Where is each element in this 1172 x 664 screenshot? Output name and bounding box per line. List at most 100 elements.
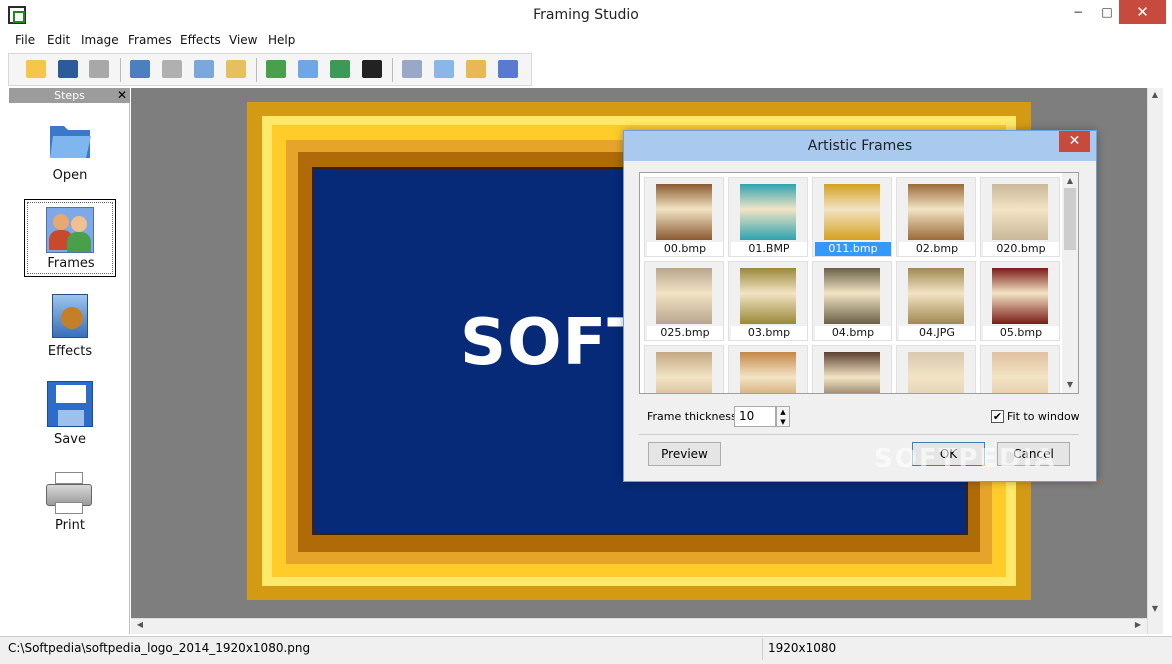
frame-tile[interactable]: 04.JPG	[896, 261, 976, 341]
menu-effects[interactable]: Effects	[180, 33, 221, 47]
frame-thickness-spinner[interactable]: ▲ ▼	[776, 406, 790, 427]
scroll-right-icon[interactable]: ▶	[1132, 620, 1144, 632]
frame-tile[interactable]	[812, 345, 892, 393]
frame-tile-label: 01.BMP	[731, 242, 807, 256]
status-file-path: C:\Softpedia\softpedia_logo_2014_1920x10…	[8, 641, 311, 655]
step-frames[interactable]: Frames	[24, 199, 116, 277]
open-folder-icon	[50, 126, 91, 158]
grid-scroll-up-icon[interactable]: ▲	[1064, 176, 1076, 185]
toolbar-separator	[256, 58, 257, 82]
frame-tile[interactable]: 03.bmp	[728, 261, 808, 341]
menu-image[interactable]: Image	[81, 33, 119, 47]
image-icon[interactable]	[330, 60, 350, 78]
minimize-button[interactable]: −	[1064, 0, 1092, 24]
frame-tile[interactable]	[644, 345, 724, 393]
scroll-left-icon[interactable]: ◀	[134, 620, 146, 632]
frame-tile-label: 00.bmp	[647, 242, 723, 256]
menu-frames[interactable]: Frames	[128, 33, 172, 47]
frame-thumbnail	[908, 184, 964, 240]
steps-close-icon[interactable]: ✕	[115, 88, 129, 103]
frame-tile-label: 011.bmp	[815, 242, 891, 256]
frame-thumbnail	[656, 352, 712, 393]
frame-tile-label: 05.bmp	[983, 326, 1059, 340]
frame-thumbnail	[656, 184, 712, 240]
scroll-down-icon[interactable]: ▼	[1149, 604, 1161, 616]
frame-tile[interactable]: 02.bmp	[896, 177, 976, 257]
frame-thickness-input[interactable]: 10	[734, 406, 776, 427]
frame-tile[interactable]: 04.bmp	[812, 261, 892, 341]
vertical-scrollbar[interactable]	[1147, 88, 1163, 634]
steps-header: Steps	[9, 88, 130, 103]
step-label-save: Save	[54, 432, 86, 447]
frames-icon[interactable]	[266, 60, 286, 78]
frame-thumbnail	[992, 184, 1048, 240]
horizontal-scrollbar[interactable]	[131, 618, 1147, 634]
text-icon[interactable]	[466, 60, 486, 78]
step-label-open: Open	[52, 168, 88, 183]
frame-thumbnail	[824, 184, 880, 240]
step-effects[interactable]: Effects	[24, 290, 116, 362]
frame-thumbnail	[824, 352, 880, 393]
page-icon[interactable]	[498, 60, 518, 78]
step-print[interactable]: Print	[24, 466, 116, 538]
frame-tile[interactable]: 025.bmp	[644, 261, 724, 341]
menu-help[interactable]: Help	[268, 33, 295, 47]
frame-thumbnail	[908, 352, 964, 393]
step-label-effects: Effects	[47, 344, 93, 359]
menu-file[interactable]: File	[15, 33, 35, 47]
frame-thickness-label: Frame thickness	[647, 410, 737, 423]
undo-icon[interactable]	[130, 60, 150, 78]
preview-button[interactable]: Preview	[648, 442, 721, 466]
copy-icon[interactable]	[194, 60, 214, 78]
menu-view[interactable]: View	[229, 33, 257, 47]
step-open[interactable]: Open	[24, 114, 116, 186]
step-label-frames: Frames	[47, 256, 95, 271]
frame-thumbnail	[992, 268, 1048, 324]
dialog-separator	[639, 434, 1079, 435]
border-icon[interactable]	[362, 60, 382, 78]
dialog-title: Artistic Frames	[807, 138, 913, 154]
toolbar-separator	[120, 58, 121, 82]
frame-tile[interactable]: 020.bmp	[980, 177, 1060, 257]
frame-tile-label: 025.bmp	[647, 326, 723, 340]
frame-tile[interactable]	[980, 345, 1060, 393]
save-icon[interactable]	[58, 60, 78, 78]
frame-tile[interactable]: 01.BMP	[728, 177, 808, 257]
step-label-print: Print	[55, 518, 85, 533]
fit-to-window-checkbox[interactable]: ✔	[991, 410, 1004, 423]
frame-tile[interactable]: 011.bmp	[812, 177, 892, 257]
frame-tile-label: 03.bmp	[731, 326, 807, 340]
paste-icon[interactable]	[226, 60, 246, 78]
effects-icon	[52, 294, 88, 338]
menu-bar	[0, 31, 1172, 51]
frame-tile-label: 02.bmp	[899, 242, 975, 256]
menu-edit[interactable]: Edit	[47, 33, 70, 47]
close-button[interactable]: ✕	[1119, 0, 1166, 24]
frame-tile-label: 020.bmp	[983, 242, 1059, 256]
grid-scroll-down-icon[interactable]: ▼	[1064, 380, 1076, 389]
frame-tile[interactable]	[728, 345, 808, 393]
fit-to-window-label: Fit to window	[1007, 410, 1080, 423]
printer-icon	[46, 472, 92, 514]
frames-users-icon	[46, 207, 94, 253]
maximize-button[interactable]: □	[1093, 0, 1121, 24]
frames-grid-scroll-thumb[interactable]	[1064, 188, 1076, 250]
step-save[interactable]: Save	[24, 378, 116, 450]
toolbar-separator	[392, 58, 393, 82]
zoom-icon[interactable]	[434, 60, 454, 78]
scroll-up-icon[interactable]: ▲	[1149, 90, 1161, 102]
frames-grid: 00.bmp 01.BMP 011.bmp 02.bmp 020.bmp 025.bmp 0…	[639, 172, 1079, 394]
open-folder-icon[interactable]	[26, 60, 46, 78]
dialog-close-button[interactable]: ✕	[1059, 131, 1090, 152]
print-icon[interactable]	[89, 60, 109, 78]
frame-thumbnail	[908, 268, 964, 324]
frame-tile[interactable]: 05.bmp	[980, 261, 1060, 341]
crop-icon[interactable]	[402, 60, 422, 78]
effects-icon[interactable]	[298, 60, 318, 78]
frame-thumbnail	[656, 268, 712, 324]
frame-tile[interactable]: 00.bmp	[644, 177, 724, 257]
frame-tile-label: 04.bmp	[815, 326, 891, 340]
frame-tile-label: 04.JPG	[899, 326, 975, 340]
frame-tile[interactable]	[896, 345, 976, 393]
redo-icon[interactable]	[162, 60, 182, 78]
